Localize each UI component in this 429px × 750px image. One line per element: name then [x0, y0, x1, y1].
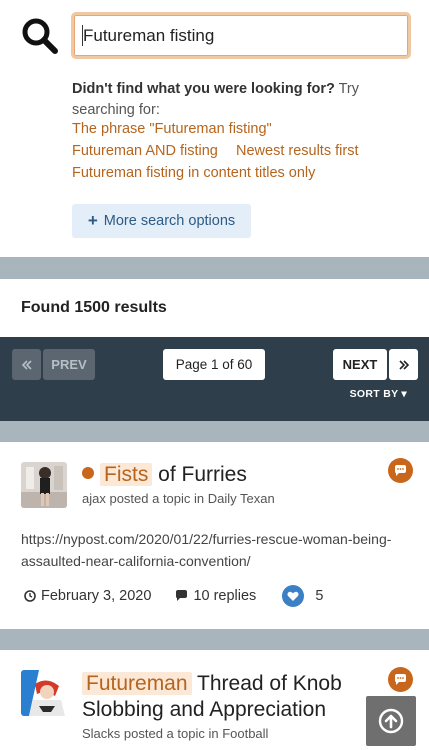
result-meta: ajax posted a topic in Daily Texan [82, 491, 275, 506]
comment-icon [176, 590, 188, 601]
search-input[interactable] [71, 12, 411, 59]
clock-icon [24, 590, 36, 602]
scroll-to-top-button[interactable] [366, 696, 416, 746]
result-stats: February 3, 2020 10 replies 5 [24, 585, 323, 607]
search-panel: Didn't find what you were looking for? T… [0, 0, 429, 257]
result-likes: 5 [282, 585, 323, 607]
avatar[interactable] [21, 670, 67, 716]
last-page-button[interactable] [389, 349, 418, 380]
text-cursor [82, 25, 83, 46]
suggestion-phrase-link[interactable]: The phrase "Futureman fisting" [72, 121, 272, 137]
more-search-options-button[interactable]: + More search options [72, 204, 251, 238]
prev-page-button[interactable]: PREV [43, 349, 95, 380]
first-page-button[interactable] [12, 349, 41, 380]
section-divider [0, 629, 429, 650]
result-item[interactable]: Futureman Thread of Knob Slobbing and Ap… [0, 650, 429, 750]
next-group: NEXT [333, 349, 418, 380]
result-snippet: https://nypost.com/2020/01/22/furries-re… [21, 531, 392, 569]
result-title[interactable]: Futureman Thread of Knob Slobbing and Ap… [82, 671, 382, 723]
date-label: February 3, 2020 [41, 588, 152, 604]
result-title[interactable]: Fists of Furries [82, 462, 247, 488]
plus-icon: + [87, 211, 98, 230]
page-indicator[interactable]: Page 1 of 60 [163, 349, 265, 380]
next-page-button[interactable]: NEXT [333, 349, 387, 380]
double-chevron-right-icon [398, 359, 409, 370]
results-count: Found 1500 results [21, 299, 167, 316]
more-search-options-label: More search options [103, 213, 236, 229]
title-rest: of Furries [158, 463, 247, 486]
pagination-bar: PREV Page 1 of 60 NEXT SORT BY ▾ [0, 337, 429, 421]
unread-dot-icon [82, 467, 94, 479]
suggestion-newest-link[interactable]: Newest results first [236, 143, 358, 159]
prev-group: PREV [12, 349, 95, 380]
result-meta: Slacks posted a topic in Football [82, 726, 269, 741]
section-divider [0, 257, 429, 279]
sort-by-button[interactable]: SORT BY ▾ [350, 388, 407, 400]
result-replies: 10 replies [175, 588, 256, 604]
avatar-image [21, 462, 67, 508]
section-divider [0, 421, 429, 442]
title-highlight: Fists [100, 463, 153, 486]
search-icon[interactable] [20, 16, 60, 56]
heart-icon[interactable] [282, 585, 305, 607]
arrow-up-icon [378, 708, 404, 734]
comments-icon [388, 458, 413, 483]
title-highlight: Futureman [82, 672, 192, 695]
result-item[interactable]: Fists of Furries ajax posted a topic in … [0, 442, 429, 629]
caret-down-icon: ▾ [401, 388, 407, 400]
likes-count: 5 [315, 588, 324, 604]
results-header: Found 1500 results [0, 279, 429, 337]
result-date: February 3, 2020 [24, 588, 151, 604]
sort-by-label: SORT BY [349, 388, 399, 400]
double-chevron-left-icon [21, 359, 32, 370]
suggestion-lead: Didn't find what you were looking for? [72, 81, 335, 97]
avatar[interactable] [21, 462, 67, 508]
suggestion-titles-only-link[interactable]: Futureman fisting in content titles only [72, 165, 315, 181]
comments-icon [388, 667, 413, 692]
replies-label: 10 replies [193, 588, 257, 604]
suggestion-and-link[interactable]: Futureman AND fisting [72, 143, 218, 159]
avatar-image [21, 670, 67, 716]
search-suggestion-text: Didn't find what you were looking for? T… [72, 79, 392, 121]
